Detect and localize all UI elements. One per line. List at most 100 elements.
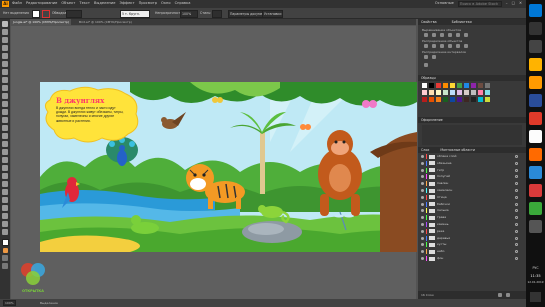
visibility-eye-icon[interactable] — [421, 223, 424, 226]
spacing-horizontal-icon[interactable] — [432, 55, 436, 59]
target-circle-icon[interactable] — [515, 155, 518, 158]
illustrator-app-icon[interactable] — [529, 76, 542, 89]
visibility-eye-icon[interactable] — [421, 236, 424, 240]
target-circle-icon[interactable] — [515, 168, 518, 172]
line-tool-icon[interactable] — [2, 69, 8, 75]
color-swatch[interactable] — [471, 90, 476, 95]
menu-type[interactable]: Текст — [79, 1, 90, 5]
visibility-eye-icon[interactable] — [421, 168, 424, 172]
word-app-icon[interactable] — [529, 94, 542, 107]
shape-builder-tool-icon[interactable] — [2, 141, 8, 147]
align-bottom-icon[interactable] — [464, 33, 468, 37]
pencil-tool-icon[interactable] — [2, 93, 8, 99]
color-swatch[interactable] — [429, 97, 434, 102]
align-center-icon[interactable] — [432, 33, 436, 37]
target-circle-icon[interactable] — [515, 216, 518, 220]
color-swatch[interactable] — [464, 83, 469, 88]
target-circle-icon[interactable] — [515, 175, 518, 179]
opera-app-icon[interactable] — [529, 112, 542, 125]
target-circle-icon[interactable] — [515, 161, 518, 165]
firefox-app-icon[interactable] — [529, 148, 542, 161]
eraser-tool-icon[interactable] — [2, 101, 8, 107]
color-swatch[interactable] — [443, 83, 448, 88]
color-swatch[interactable] — [436, 90, 441, 95]
target-circle-icon[interactable] — [515, 243, 518, 247]
visibility-eye-icon[interactable] — [421, 243, 424, 247]
visibility-eye-icon[interactable] — [421, 216, 424, 220]
distribute-right-icon[interactable] — [464, 44, 468, 48]
layer-row[interactable]: облака слой — [420, 154, 524, 159]
mesh-tool-icon[interactable] — [2, 157, 8, 163]
new-layer-icon[interactable] — [498, 293, 502, 297]
visibility-eye-icon[interactable] — [421, 189, 424, 192]
visibility-eye-icon[interactable] — [421, 175, 424, 179]
visibility-eye-icon[interactable] — [421, 155, 424, 158]
visibility-eye-icon[interactable] — [421, 257, 424, 260]
layer-row[interactable]: кусты — [420, 242, 524, 248]
color-swatch[interactable] — [478, 83, 483, 88]
menu-view[interactable]: Просмотр — [139, 1, 157, 5]
layer-row[interactable]: птица — [420, 194, 524, 200]
tab-swatches[interactable]: Образцы — [421, 76, 436, 80]
type-tool-icon[interactable] — [2, 61, 8, 67]
task-view-icon[interactable] — [529, 40, 542, 53]
artboard-tool-icon[interactable] — [2, 205, 8, 211]
notifications-icon[interactable] — [530, 292, 541, 302]
curvature-tool-icon[interactable] — [2, 53, 8, 59]
brush-definition-dropdown[interactable]: 5 т. Кругл. — [120, 10, 150, 18]
stroke-swatch[interactable] — [42, 10, 50, 18]
align-right-icon[interactable] — [440, 33, 444, 37]
color-swatch[interactable] — [485, 83, 490, 88]
target-circle-icon[interactable] — [515, 229, 518, 233]
keyboard-language[interactable]: РУС — [526, 266, 545, 270]
zoom-tool-icon[interactable] — [2, 229, 8, 235]
clock-date[interactable]: 12.01.2019 — [526, 280, 545, 284]
target-circle-icon[interactable] — [515, 223, 518, 226]
tab-artboards[interactable]: Монтажные области — [440, 148, 475, 152]
search-icon[interactable] — [529, 22, 542, 35]
tab-bird[interactable]: Bird.ai* @ 100% (CMYK/Просмотр) — [77, 19, 134, 25]
align-left-icon[interactable] — [424, 33, 428, 37]
visibility-eye-icon[interactable] — [421, 202, 424, 206]
color-swatch[interactable] — [450, 83, 455, 88]
layer-row[interactable]: река — [420, 228, 524, 234]
workspace-switcher[interactable]: Основные — [435, 1, 454, 7]
color-swatch[interactable] — [485, 97, 490, 102]
start-icon[interactable] — [529, 4, 542, 17]
file-explorer-icon[interactable] — [529, 58, 542, 71]
pen-tool-icon[interactable] — [2, 45, 8, 51]
menu-file[interactable]: Файл — [12, 1, 22, 5]
distribute-hcenter-icon[interactable] — [456, 44, 460, 48]
distribute-top-icon[interactable] — [424, 44, 428, 48]
layer-row[interactable]: тигр — [420, 167, 524, 173]
screen-mode-icon[interactable] — [2, 263, 8, 269]
color-swatch[interactable] — [457, 97, 462, 102]
visibility-eye-icon[interactable] — [421, 209, 424, 213]
color-swatch[interactable] — [478, 90, 483, 95]
width-tool-icon[interactable] — [2, 125, 8, 131]
color-swatch[interactable] — [478, 97, 483, 102]
color-swatch[interactable] — [457, 90, 462, 95]
color-swatch[interactable] — [485, 90, 490, 95]
target-circle-icon[interactable] — [515, 250, 518, 254]
color-swatch[interactable] — [429, 83, 434, 88]
style-dropdown[interactable] — [212, 10, 222, 18]
symbol-sprayer-tool-icon[interactable] — [2, 189, 8, 195]
color-swatch[interactable] — [443, 97, 448, 102]
menu-object[interactable]: Объект — [61, 1, 75, 5]
menu-help[interactable]: Справка — [175, 1, 191, 5]
tab-appearance[interactable]: Оформление — [421, 118, 443, 122]
layer-row[interactable]: хамелеон — [420, 188, 524, 193]
maximize-icon[interactable]: □ — [512, 1, 515, 7]
menu-select[interactable]: Выделение — [94, 1, 115, 5]
color-swatch[interactable] — [464, 97, 469, 102]
chrome-app-icon[interactable] — [529, 130, 542, 143]
target-circle-icon[interactable] — [515, 257, 518, 260]
delete-layer-icon[interactable] — [506, 293, 510, 297]
stock-search-input[interactable]: Поиск в Adobe Stock — [457, 1, 502, 7]
visibility-eye-icon[interactable] — [421, 182, 424, 186]
eyedropper-tool-icon[interactable] — [2, 173, 8, 179]
color-swatch[interactable] — [464, 90, 469, 95]
menu-edit[interactable]: Редактирование — [26, 1, 57, 5]
app-icon[interactable] — [529, 202, 542, 215]
